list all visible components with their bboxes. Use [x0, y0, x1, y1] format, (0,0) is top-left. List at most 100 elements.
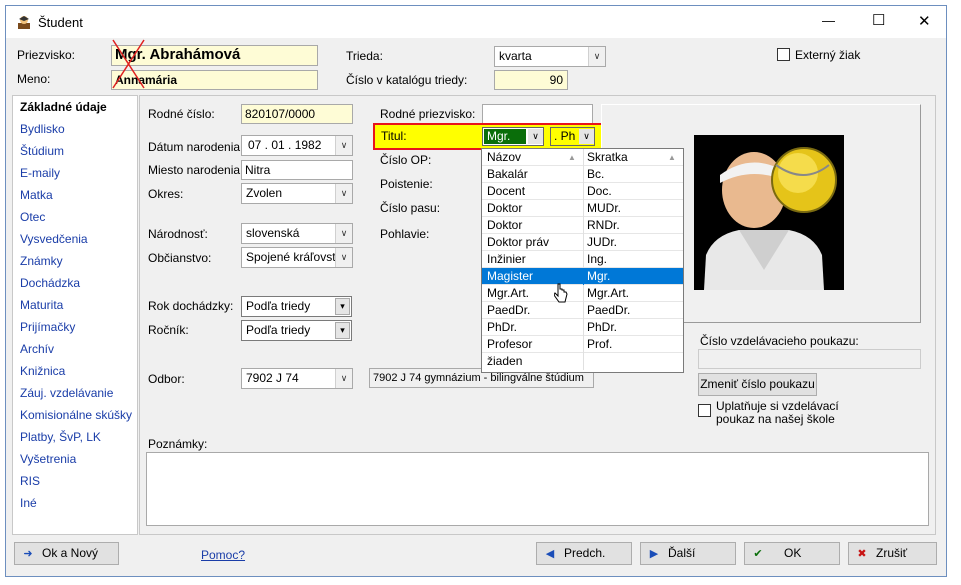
ok-button[interactable]: ✔ OK: [744, 542, 840, 565]
minimize-button[interactable]: —: [822, 13, 835, 28]
datum-picker[interactable]: 07 . 01 . 1982 ∨: [241, 135, 353, 156]
mouse-cursor-icon: [554, 283, 568, 303]
narodnost-label: Národnosť:: [148, 227, 208, 241]
title-bar: Študent — ☐ ✕: [6, 6, 946, 38]
prev-button[interactable]: ◀ Predch.: [536, 542, 632, 565]
sidebar-item-ris[interactable]: RIS: [20, 474, 40, 488]
rodne-cislo-field[interactable]: 820107/0000: [241, 104, 353, 124]
trieda-label: Trieda:: [346, 49, 383, 63]
sidebar-item-vysetrenia[interactable]: Vyšetrenia: [20, 452, 76, 466]
miesto-label: Miesto narodenia:: [148, 163, 244, 177]
narodnost-select[interactable]: slovenská ∨: [241, 223, 353, 244]
sidebar-item-matka[interactable]: Matka: [20, 188, 53, 202]
dropdown-row[interactable]: PaedDr. PaedDr.: [482, 302, 683, 319]
meno-label: Meno:: [17, 72, 51, 86]
dropdown-row[interactable]: Doktor MUDr.: [482, 200, 683, 217]
katalog-field[interactable]: 90: [494, 70, 568, 90]
dropdown-row[interactable]: žiaden: [482, 353, 683, 370]
dropdown-row[interactable]: Docent Doc.: [482, 183, 683, 200]
titul-dropdown-arrow[interactable]: ∨: [528, 129, 543, 144]
cislo-pasu-label: Číslo pasu:: [380, 201, 441, 215]
odbor-select[interactable]: 7902 J 74 ∨: [241, 368, 353, 389]
sidebar: [12, 95, 138, 535]
window-title: Študent: [38, 15, 83, 30]
titul-select[interactable]: Mgr. ∨: [482, 127, 544, 146]
ok-new-button[interactable]: ➜ Ok a Nový: [14, 542, 119, 565]
odbor-label: Odbor:: [148, 372, 185, 386]
sidebar-item-prijimacky[interactable]: Prijímačky: [20, 320, 75, 334]
rok-label: Rok dochádzky:: [148, 299, 234, 313]
cancel-button[interactable]: ✖ Zrušiť: [848, 542, 937, 565]
titul2-value: . Ph: [554, 129, 576, 143]
poistenie-label: Poistenie:: [380, 177, 433, 191]
help-link[interactable]: Pomoc?: [201, 548, 245, 562]
dropdown-row-selected[interactable]: Magister Mgr.: [482, 268, 683, 285]
obcianstvo-label: Občianstvo:: [148, 251, 212, 265]
cislo-op-label: Číslo OP:: [380, 153, 432, 167]
rocnik-select[interactable]: Podľa triedy ▾: [241, 320, 352, 341]
column-skratka[interactable]: Skratka: [587, 149, 628, 166]
ok-new-icon: ➜: [23, 548, 33, 560]
close-button[interactable]: ✕: [918, 12, 931, 30]
sidebar-item-ine[interactable]: Iné: [20, 496, 37, 510]
obcianstvo-select[interactable]: Spojené kráľovstvo ∨: [241, 247, 353, 268]
sidebar-item-maturita[interactable]: Maturita: [20, 298, 63, 312]
trieda-select[interactable]: kvarta ∨: [494, 46, 606, 67]
rodne-priezvisko-field[interactable]: [482, 104, 593, 124]
poznamky-label: Poznámky:: [148, 437, 208, 451]
katalog-label: Číslo v katalógu triedy:: [346, 73, 468, 87]
dropdown-row[interactable]: Doktor práv JUDr.: [482, 234, 683, 251]
sidebar-item-komisionalne[interactable]: Komisionálne skúšky: [20, 408, 132, 422]
sidebar-item-zakladne[interactable]: Základné údaje: [20, 100, 107, 114]
sidebar-item-emaily[interactable]: E-maily: [20, 166, 60, 180]
sidebar-item-studium[interactable]: Štúdium: [20, 144, 64, 158]
voucher-checkbox-label: Uplatňuje si vzdelávací poukaz na našej …: [716, 399, 839, 426]
titul-label: Titul:: [381, 129, 407, 143]
rodne-priezvisko-label: Rodné priezvisko:: [380, 107, 476, 121]
voucher-checkbox[interactable]: [698, 404, 711, 417]
dropdown-row[interactable]: Doktor RNDr.: [482, 217, 683, 234]
sidebar-item-archiv[interactable]: Archív: [20, 342, 54, 356]
externy-checkbox[interactable]: [777, 48, 790, 61]
user-photo-icon: [694, 135, 844, 290]
titul2-select[interactable]: . Ph ∨: [550, 127, 595, 146]
voucher-field: [698, 349, 921, 369]
priezvisko-label: Priezvisko:: [17, 48, 76, 62]
sidebar-item-otec[interactable]: Otec: [20, 210, 45, 224]
datum-label: Dátum narodenia:: [148, 140, 244, 154]
titul-dropdown-list: Názov ▲ Skratka ▲ Bakalár Bc. Docent Doc. …: [481, 148, 684, 373]
next-button[interactable]: ▶ Ďalší: [640, 542, 736, 565]
sidebar-item-vysvedcenia[interactable]: Vysvedčenia: [20, 232, 88, 246]
sidebar-item-bydlisko[interactable]: Bydlisko: [20, 122, 65, 136]
dropdown-header: Názov ▲ Skratka ▲: [482, 149, 683, 166]
sidebar-item-kniznica[interactable]: Knižnica: [20, 364, 65, 378]
dropdown-row[interactable]: Bakalár Bc.: [482, 166, 683, 183]
change-voucher-button[interactable]: Zmeniť číslo poukazu: [698, 373, 817, 396]
sidebar-item-dochadzka[interactable]: Dochádzka: [20, 276, 80, 290]
dropdown-row[interactable]: PhDr. PhDr.: [482, 319, 683, 336]
sidebar-item-znamky[interactable]: Známky: [20, 254, 63, 268]
cancel-icon: ✖: [857, 548, 867, 560]
poznamky-textarea[interactable]: [146, 452, 929, 526]
ok-icon: ✔: [753, 548, 763, 560]
column-nazov[interactable]: Názov: [487, 149, 521, 166]
rocnik-label: Ročník:: [148, 323, 189, 337]
rodne-cislo-label: Rodné číslo:: [148, 107, 215, 121]
sidebar-item-platby[interactable]: Platby, ŠvP, LK: [20, 430, 101, 444]
okres-select[interactable]: Zvolen ∨: [241, 183, 353, 204]
okres-label: Okres:: [148, 187, 184, 201]
dropdown-row[interactable]: Profesor Prof.: [482, 336, 683, 353]
miesto-field[interactable]: Nitra: [241, 160, 353, 180]
maximize-button[interactable]: ☐: [872, 11, 885, 29]
sidebar-item-zauj[interactable]: Záuj. vzdelávanie: [20, 386, 113, 400]
next-icon: ▶: [649, 548, 659, 560]
voucher-label: Číslo vzdelávacieho poukazu:: [700, 334, 859, 348]
titul2-dropdown-arrow[interactable]: ∨: [579, 129, 594, 144]
dropdown-row[interactable]: Inžinier Ing.: [482, 251, 683, 268]
sort-icon: ▲: [668, 153, 676, 162]
pohlavie-label: Pohlavie:: [380, 227, 430, 241]
dropdown-row[interactable]: Mgr.Art. Mgr.Art.: [482, 285, 683, 302]
sort-icon: ▲: [568, 153, 576, 162]
rok-select[interactable]: Podľa triedy ▾: [241, 296, 352, 317]
name-strike-mark: [112, 39, 145, 89]
